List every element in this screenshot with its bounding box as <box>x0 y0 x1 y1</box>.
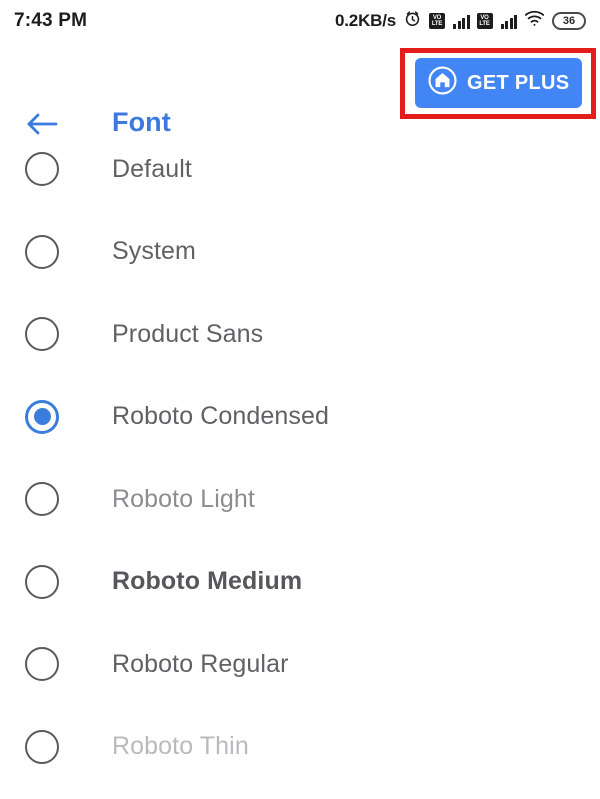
battery-level-text: 36 <box>563 16 575 27</box>
alarm-clock-icon <box>403 9 422 33</box>
radio-button-unselected[interactable] <box>25 565 59 599</box>
font-option-label: Roboto Light <box>112 485 255 514</box>
font-option-row[interactable]: Product Sans <box>0 293 600 376</box>
font-option-row[interactable]: Roboto Thin <box>0 706 600 789</box>
signal-bars-icon-sim1 <box>453 14 470 29</box>
radio-button-unselected[interactable] <box>25 317 59 351</box>
radio-button-unselected[interactable] <box>25 235 59 269</box>
signal-bars-icon-sim2 <box>501 14 518 29</box>
radio-button-unselected[interactable] <box>25 647 59 681</box>
font-option-label: Roboto Regular <box>112 650 289 679</box>
font-option-row[interactable]: Roboto Light <box>0 458 600 541</box>
font-option-label: Roboto Medium <box>112 567 302 596</box>
font-option-row[interactable]: Default <box>0 128 600 211</box>
radio-button-unselected[interactable] <box>25 152 59 186</box>
font-option-row[interactable]: Roboto Medium <box>0 541 600 624</box>
radio-button-unselected[interactable] <box>25 730 59 764</box>
volte-badge-sim1: VO LTE <box>429 13 445 29</box>
font-option-row[interactable]: System <box>0 211 600 294</box>
network-speed-text: 0.2KB/s <box>335 11 396 31</box>
battery-icon: 36 <box>552 12 586 30</box>
home-circle-icon <box>427 65 458 101</box>
status-bar: 7:43 PM 0.2KB/s VO LTE VO LTE <box>0 0 600 42</box>
font-option-label: System <box>112 237 196 266</box>
get-plus-button[interactable]: GET PLUS <box>415 58 582 108</box>
volte-badge-sim2: VO LTE <box>477 13 493 29</box>
font-option-list: Default System Product Sans Roboto Condense… <box>0 128 600 788</box>
volte-badge-sim1-bottom: LTE <box>432 21 442 27</box>
radio-button-unselected[interactable] <box>25 482 59 516</box>
wifi-icon <box>524 10 545 32</box>
font-option-row[interactable]: Roboto Regular <box>0 623 600 706</box>
get-plus-label: GET PLUS <box>467 72 569 95</box>
font-option-label: Roboto Thin <box>112 732 249 761</box>
radio-button-selected[interactable] <box>25 400 59 434</box>
volte-badge-sim2-bottom: LTE <box>479 21 489 27</box>
font-option-label: Default <box>112 155 192 184</box>
font-option-row[interactable]: Roboto Condensed <box>0 376 600 459</box>
font-option-label: Product Sans <box>112 320 263 349</box>
status-time: 7:43 PM <box>14 10 87 32</box>
status-icons-group: 0.2KB/s VO LTE VO LTE <box>335 9 586 33</box>
font-option-label: Roboto Condensed <box>112 402 329 431</box>
